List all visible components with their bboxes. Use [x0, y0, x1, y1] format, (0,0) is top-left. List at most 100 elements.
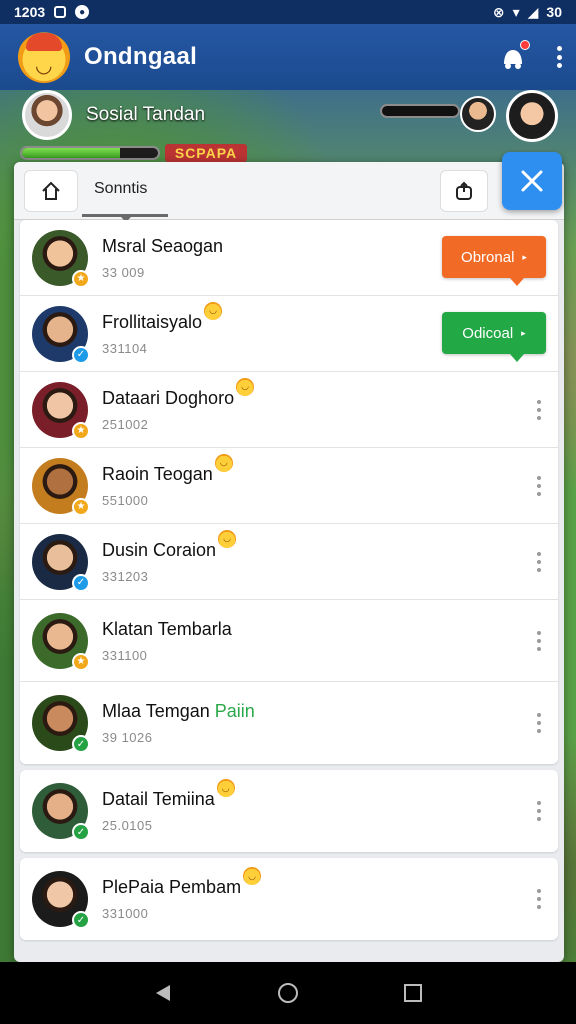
friend-name: Mlaa Temgan Paiin: [102, 701, 255, 722]
friend-row[interactable]: ✓ Dusin Coraion ◡ 331203: [20, 524, 558, 600]
tab-search[interactable]: Sonntis: [82, 165, 168, 222]
friend-subtitle: 551000: [102, 492, 149, 508]
friend-name: Msral Seaogan: [102, 236, 223, 257]
more-vert-icon[interactable]: [536, 399, 542, 420]
app-bar: Ondngaal: [0, 24, 576, 90]
emoji-icon: ◡: [236, 377, 255, 396]
friend-text: PlePaia Pembam ◡ 331000: [102, 867, 262, 921]
friend-row[interactable]: ✓ Frollitaisyalo ◡ 331104 Odicoal ▸: [20, 296, 558, 372]
friend-row[interactable]: ★ Msral Seaogan 33 009 Obronal ▸: [20, 220, 558, 296]
more-vert-icon[interactable]: [536, 889, 542, 909]
gold-badge-icon: ★: [72, 269, 90, 288]
friend-avatar: ✓: [32, 871, 90, 929]
friend-action-label: Odicoal: [462, 324, 514, 342]
status-bar: 1203 ● ⊗ ▾ ◢ 30: [0, 0, 576, 24]
friends-panel: Sonntis ★ Msral Seaogan 33 009 Obronal ▸ ✓ Fr…: [14, 162, 564, 962]
opponent-avatar-large: [506, 90, 558, 142]
friend-name: Raoin Teogan ◡: [102, 453, 233, 485]
friend-list: ★ Msral Seaogan 33 009 Obronal ▸ ✓ Frollitais…: [20, 220, 558, 946]
friend-name-text: PlePaia Pembam: [102, 877, 242, 897]
opponent-avatar: [460, 96, 496, 132]
gold-badge-icon: ★: [72, 497, 90, 516]
more-vert-icon[interactable]: [556, 46, 562, 68]
friend-text: Raoin Teogan ◡ 551000: [102, 453, 233, 508]
friend-text: Frollitaisyalo ◡ 331104: [102, 301, 223, 356]
share-button[interactable]: [440, 169, 488, 212]
signal-icon: ◢: [527, 3, 539, 20]
friend-avatar: ★: [32, 381, 90, 440]
close-button[interactable]: [502, 152, 562, 210]
more-vert-icon[interactable]: [536, 630, 542, 651]
friend-avatar: ★: [32, 612, 90, 671]
friend-name: PlePaia Pembam ◡: [102, 867, 262, 898]
friend-avatar: ✓: [32, 783, 90, 841]
green-badge-icon: ✓: [72, 735, 90, 753]
friend-name-text: Dusin Coraion: [102, 539, 217, 560]
gold-badge-icon: ★: [72, 652, 90, 671]
friend-subtitle: 25.0105: [102, 818, 153, 833]
more-vert-icon[interactable]: [536, 551, 542, 572]
player-avatar: [22, 90, 72, 140]
battery-text: 30: [546, 4, 562, 20]
hud-player: Sosial Tandan: [22, 90, 205, 140]
more-vert-icon[interactable]: [536, 475, 542, 496]
emoji-icon: ◡: [214, 453, 233, 472]
green-badge-icon: ✓: [72, 911, 90, 929]
friend-text: Dataari Doghoro ◡ 251002: [102, 377, 255, 432]
player-health-fill: [22, 148, 120, 158]
friend-row[interactable]: ✓ Datail Temiina ◡ 25.0105: [20, 770, 558, 852]
notifications-button[interactable]: [498, 40, 530, 72]
app-title: Ondngaal: [84, 43, 198, 70]
sim-icon: [53, 5, 67, 19]
friend-row[interactable]: ✓ Mlaa Temgan Paiin 39 1026: [20, 682, 558, 764]
friend-name-text: Msral Seaogan: [102, 235, 224, 256]
friend-name: Dataari Doghoro ◡: [102, 377, 255, 409]
no-signal-icon: ⊗: [492, 3, 505, 20]
game-banner: SCPAPA: [165, 144, 247, 162]
panel-tabs: Sonntis: [14, 162, 564, 222]
friend-subtitle: 331104: [102, 340, 148, 356]
back-button[interactable]: [143, 973, 183, 1013]
friend-avatar: ✓: [32, 305, 90, 364]
friend-text: Dusin Coraion ◡ 331203: [102, 529, 237, 584]
friend-avatar: ★: [32, 457, 90, 516]
friend-action-button[interactable]: Obronal ▸: [442, 236, 546, 286]
friend-group: ★ Msral Seaogan 33 009 Obronal ▸ ✓ Frollitais…: [20, 220, 558, 764]
friend-group: ✓ PlePaia Pembam ◡ 331000: [20, 858, 558, 940]
friend-name-text: Raoin Teogan: [102, 463, 213, 484]
friend-row[interactable]: ✓ PlePaia Pembam ◡ 331000: [20, 858, 558, 940]
friend-text: Datail Temiina ◡ 25.0105: [102, 779, 235, 833]
share-icon: [456, 181, 472, 200]
recents-icon: [404, 984, 423, 1002]
friend-row[interactable]: ★ Raoin Teogan ◡ 551000: [20, 448, 558, 524]
friend-subtitle: 331100: [102, 647, 148, 663]
app-logo-icon: [18, 31, 70, 83]
home-nav-icon: [277, 983, 298, 1003]
friend-name-text: Datail Temiina: [102, 789, 215, 809]
friend-name-text: Mlaa Temgan: [102, 701, 210, 721]
friend-row[interactable]: ★ Klatan Tembarla 331100: [20, 600, 558, 682]
back-icon: [155, 985, 170, 1001]
home-icon: [42, 181, 60, 200]
chevron-right-icon: ▸: [521, 327, 526, 338]
home-nav-button[interactable]: [268, 973, 308, 1013]
friend-text: Klatan Tembarla 331100: [102, 619, 232, 663]
recents-button[interactable]: [393, 973, 433, 1013]
emoji-icon: ◡: [218, 529, 237, 548]
friend-name-text: Frollitaisyalo: [102, 311, 203, 332]
friend-subtitle: 251002: [102, 416, 149, 432]
friend-avatar: ✓: [32, 533, 90, 592]
opponent-health-bar: [380, 104, 460, 118]
friend-action-button[interactable]: Odicoal ▸: [442, 312, 546, 362]
chevron-right-icon: ▸: [522, 251, 527, 262]
friend-row[interactable]: ★ Dataari Doghoro ◡ 251002: [20, 372, 558, 448]
more-vert-icon[interactable]: [536, 713, 542, 733]
more-vert-icon[interactable]: [536, 801, 542, 821]
tab-home[interactable]: [24, 169, 78, 212]
friend-avatar: ★: [32, 229, 90, 288]
notification-badge: [520, 40, 530, 50]
gold-badge-icon: ★: [72, 421, 90, 440]
friend-name-text: Klatan Tembarla: [102, 618, 232, 639]
friend-name: Klatan Tembarla: [102, 619, 232, 640]
emoji-icon: ◡: [204, 301, 223, 320]
